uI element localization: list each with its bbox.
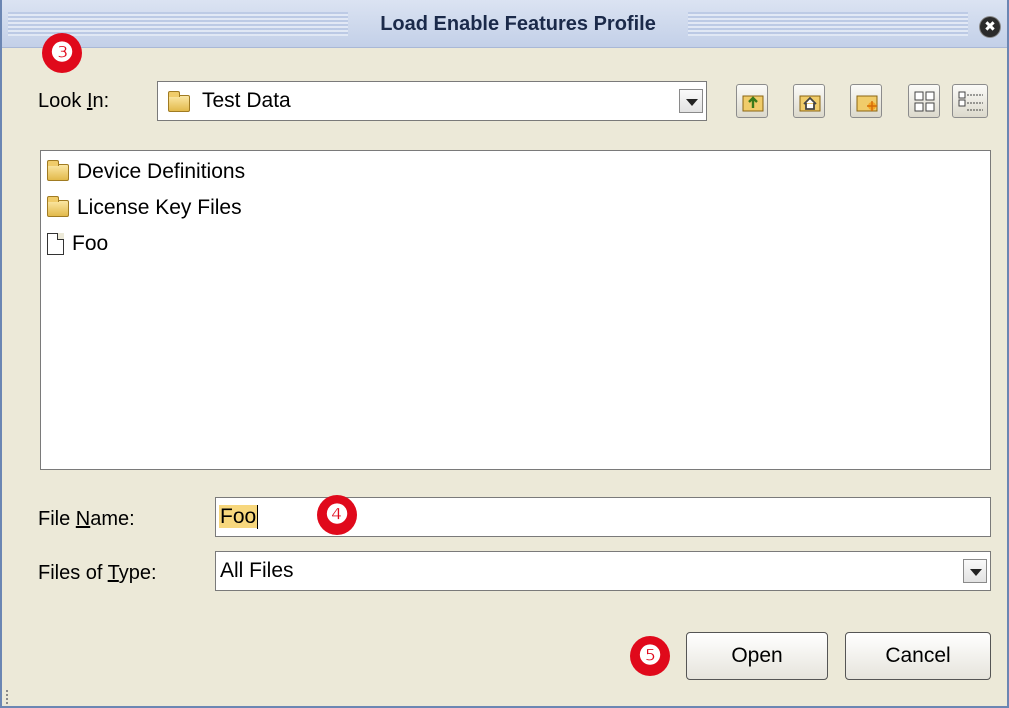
- list-item[interactable]: License Key Files: [47, 192, 367, 224]
- file-name-value: Foo: [219, 505, 258, 528]
- open-button[interactable]: Open: [686, 632, 828, 680]
- chevron-down-icon[interactable]: [963, 559, 987, 583]
- file-type-label-post: ype:: [118, 562, 157, 584]
- file-list[interactable]: Device Definitions License Key Files Foo: [40, 150, 991, 470]
- file-icon: [47, 233, 64, 256]
- look-in-label-pre: Look: [38, 90, 87, 112]
- new-folder-button[interactable]: [850, 84, 882, 118]
- file-name-label: File Name:: [38, 508, 135, 531]
- cancel-button[interactable]: Cancel: [845, 632, 991, 680]
- file-type-value: All Files: [220, 559, 294, 582]
- look-in-label: Look In:: [38, 90, 109, 113]
- folder-icon: [47, 195, 69, 217]
- close-icon[interactable]: ✖: [980, 17, 1000, 37]
- details-view-icon: [958, 91, 983, 111]
- file-name-label-mnemonic: N: [75, 508, 91, 530]
- chevron-down-icon[interactable]: [679, 89, 703, 113]
- folder-icon: [168, 91, 190, 112]
- look-in-value: Test Data: [202, 89, 291, 112]
- list-item-label: License Key Files: [77, 196, 242, 219]
- resize-grip-icon[interactable]: [6, 690, 12, 704]
- look-in-label-post: n:: [92, 90, 110, 112]
- new-folder-icon: [856, 95, 878, 112]
- dialog-title: Load Enable Features Profile: [380, 13, 656, 35]
- list-item-label: Foo: [72, 232, 109, 255]
- callout-4-badge: ❹: [317, 495, 357, 535]
- home-button[interactable]: [793, 84, 825, 118]
- up-one-level-button[interactable]: [736, 84, 768, 118]
- details-view-button[interactable]: [952, 84, 988, 118]
- list-view-button[interactable]: [908, 84, 940, 118]
- title-bar-stripes-right: [688, 12, 968, 36]
- look-in-combo[interactable]: Test Data: [157, 81, 707, 121]
- file-type-select[interactable]: All Files: [215, 551, 991, 591]
- text-caret: [257, 505, 259, 530]
- file-type-label: Files of Type:: [38, 562, 157, 585]
- list-item[interactable]: Device Definitions: [47, 156, 367, 188]
- folder-up-icon: [742, 95, 764, 112]
- list-view-icon: [914, 91, 935, 112]
- file-type-label-mnemonic: T: [107, 562, 119, 584]
- file-type-label-pre: Files of: [38, 562, 108, 584]
- list-item-label: Device Definitions: [77, 160, 246, 183]
- callout-3-badge: ❸: [42, 33, 82, 73]
- list-item[interactable]: Foo: [47, 228, 367, 260]
- folder-icon: [47, 159, 69, 181]
- home-icon: [799, 95, 821, 112]
- file-name-label-post: ame:: [90, 508, 135, 530]
- file-name-label-pre: File: [38, 508, 76, 530]
- title-bar[interactable]: Load Enable Features Profile ✖: [2, 0, 1007, 48]
- load-profile-dialog: Load Enable Features Profile ✖ ❸ Look In…: [0, 0, 1009, 708]
- callout-5-badge: ❺: [630, 636, 670, 676]
